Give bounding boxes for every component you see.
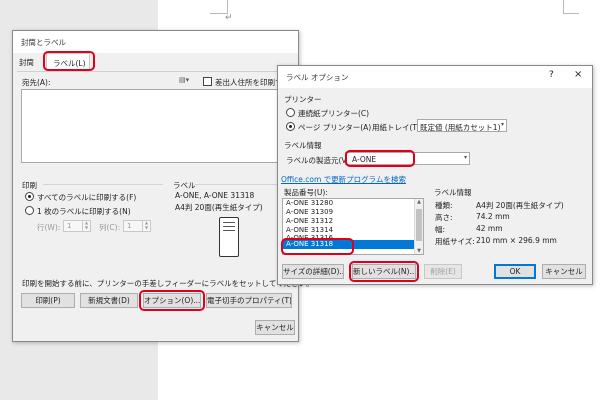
paragraph-mark: ↵ [225, 13, 233, 23]
left-cancel-button[interactable]: キャンセル [255, 320, 295, 335]
info-page-size-label: 用紙サイズ: [435, 237, 475, 246]
ok-button[interactable]: OK [494, 264, 536, 279]
tab-envelopes[interactable]: 封筒 [19, 57, 34, 68]
row-value: 1 [67, 222, 72, 230]
print-single-radio[interactable] [25, 206, 34, 215]
highlight-vendor-select [345, 150, 415, 167]
info-width-label: 幅: [435, 225, 446, 234]
col-value: 1 [127, 222, 132, 230]
address-textarea[interactable] [21, 89, 293, 163]
help-icon[interactable]: ? [549, 70, 554, 80]
product-number-label: 製品番号(U): [284, 188, 328, 197]
printer-section-title: プリンター [284, 95, 322, 104]
instructions-text: 印刷を開始する前に、プリンターの手差しフィーダーにラベルをセットしてください。 [22, 279, 314, 288]
tray-label: 用紙トレイ(T): [372, 123, 423, 132]
address-book-icon[interactable]: ▤▾ [179, 76, 189, 84]
list-item[interactable]: A-ONE 31280 [283, 199, 423, 208]
label-name: A-ONE, A-ONE 31318 [175, 191, 255, 200]
label-preview-icon[interactable] [219, 217, 239, 257]
dialog-title: 封筒とラベル [21, 38, 66, 47]
highlight-new-label-button [349, 261, 419, 282]
use-return-address-checkbox[interactable] [203, 77, 212, 86]
dialog-titlebar: 封筒とラベル [13, 31, 298, 53]
page-margin-corner-right [563, 0, 579, 14]
tray-value: 既定値 (用紙カセット1) [420, 123, 501, 132]
delete-button[interactable]: 削除(E) [424, 264, 462, 279]
page-printer-radio[interactable] [286, 122, 295, 131]
scroll-down-icon[interactable]: ▼ [415, 248, 423, 254]
info-page-size-value: 210 mm × 296.9 mm [476, 236, 557, 245]
postage-properties-button[interactable]: 電子切手のプロパティ(T)... [206, 293, 292, 308]
row-label: 行(W): [37, 223, 61, 232]
label-section-title: ラベル [173, 181, 196, 190]
row-spinner-arrows: ▲ ▼ [82, 220, 90, 231]
tab-divider [17, 71, 296, 72]
address-label: 宛先(A): [22, 78, 51, 87]
info-type-label: 種類: [435, 201, 453, 210]
col-label: 列(C): [99, 223, 121, 232]
print-section-line [43, 184, 163, 185]
new-document-button[interactable]: 新規文書(D) [80, 293, 138, 308]
row-spinner[interactable]: 1 ▲ ▼ [63, 220, 91, 232]
list-item[interactable]: A-ONE 31312 [283, 217, 423, 226]
print-single-label: 1 枚のラベルに印刷する(N) [37, 207, 131, 216]
envelopes-and-labels-dialog: 封筒とラベル 封筒 ラベル(L) 宛先(A): ▤▾ 差出人住所を印刷する 印刷… [12, 30, 314, 342]
size-details-button[interactable]: サイズの詳細(D)... [282, 264, 344, 279]
col-spinner[interactable]: 1 ▲ ▼ [123, 220, 151, 232]
label-info-section-title: ラベル情報 [284, 141, 322, 150]
chevron-down-icon: ▾ [463, 154, 467, 161]
product-list-scrollbar[interactable]: ▲ ▼ [414, 199, 423, 254]
info-height-label: 高さ: [435, 213, 453, 222]
label-options-titlebar: ラベル オプション ? × [278, 66, 592, 88]
highlight-labels-tab [43, 51, 95, 71]
info-height-value: 74.2 mm [476, 212, 510, 221]
label-info-title: ラベル情報 [434, 188, 472, 197]
info-type-value: A4判 20面(再生紙タイプ) [476, 201, 564, 210]
print-all-radio[interactable] [25, 192, 34, 201]
label-options-dialog: ラベル オプション ? × プリンター 連続紙プリンター(C) ページ プリンタ… [277, 65, 593, 285]
office-update-link[interactable]: Office.com で更新プログラムを検索 [281, 174, 406, 185]
highlight-selected-product [281, 238, 354, 255]
scroll-thumb[interactable] [416, 209, 422, 241]
continuous-printer-label: 連続紙プリンター(C) [298, 109, 370, 118]
print-section-title: 印刷 [22, 181, 37, 190]
print-all-label: すべてのラベルに印刷する(F) [37, 193, 137, 202]
vendor-label: ラベルの製造元(V): [286, 156, 353, 165]
continuous-printer-radio[interactable] [286, 108, 295, 117]
label-options-title: ラベル オプション [286, 73, 349, 82]
tray-select[interactable]: 既定値 (用紙カセット1) ▾ [417, 119, 507, 132]
col-spinner-arrows: ▲ ▼ [142, 220, 150, 231]
chevron-down-icon: ▾ [500, 121, 504, 128]
highlight-options-button [139, 290, 205, 311]
print-button[interactable]: 印刷(P) [21, 293, 75, 308]
label-description: A4判 20面(再生紙タイプ) [175, 203, 263, 212]
info-width-value: 42 mm [476, 224, 503, 233]
right-cancel-button[interactable]: キャンセル [542, 264, 586, 279]
scroll-up-icon[interactable]: ▲ [415, 199, 423, 205]
page-margin-corner-left [210, 0, 228, 14]
page-printer-label: ページ プリンター(A) [298, 123, 372, 132]
list-item[interactable]: A-ONE 31309 [283, 208, 423, 217]
close-icon[interactable]: × [574, 69, 582, 80]
